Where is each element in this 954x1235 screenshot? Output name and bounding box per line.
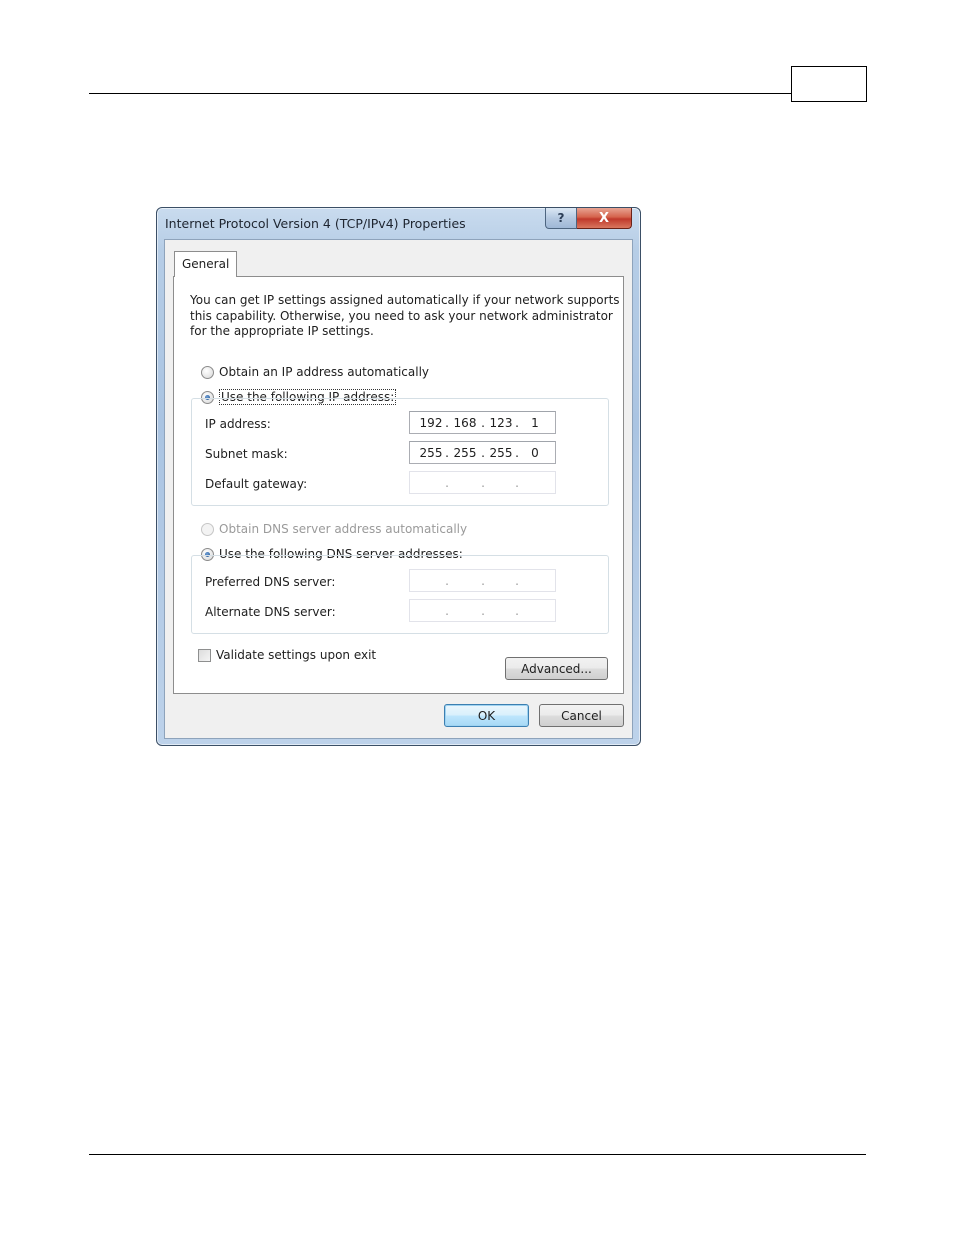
dialog-title: Internet Protocol Version 4 (TCP/IPv4) P…: [165, 216, 466, 231]
ip-auto-option[interactable]: Obtain an IP address automatically: [201, 365, 429, 379]
title-bar[interactable]: Internet Protocol Version 4 (TCP/IPv4) P…: [157, 208, 640, 238]
intro-line: this capability. Otherwise, you need to …: [190, 308, 613, 323]
octet-separator: .: [481, 446, 485, 460]
octet-separator: .: [445, 604, 449, 618]
subnet-mask-octet-4: 0: [531, 446, 539, 460]
octet-separator: .: [515, 604, 519, 618]
page-header-rule: [89, 93, 792, 94]
validate-option[interactable]: Validate settings upon exit: [198, 648, 376, 662]
subnet-mask-label: Subnet mask:: [205, 447, 288, 461]
close-button[interactable]: X: [577, 208, 632, 229]
octet-separator: .: [515, 416, 519, 430]
validate-checkbox[interactable]: [198, 648, 211, 662]
ok-button[interactable]: OK: [444, 704, 529, 727]
octet-separator: .: [515, 574, 519, 588]
ip-auto-label: Obtain an IP address automatically: [219, 365, 430, 379]
ip-auto-radio[interactable]: [201, 365, 214, 379]
ip-address-label: IP address:: [205, 417, 271, 431]
preferred-dns-field[interactable]: . . .: [409, 569, 556, 592]
dialog-client-area: General You can get IP settings assigned…: [164, 239, 633, 739]
subnet-mask-octet-1: 255: [419, 446, 443, 460]
dns-server-group: [191, 555, 609, 634]
ip-address-octet-1: 192: [419, 416, 443, 430]
page-footer-rule: [89, 1154, 866, 1155]
octet-separator: .: [515, 476, 519, 490]
page-number-box: [791, 66, 867, 102]
tab-general[interactable]: General: [174, 251, 237, 277]
octet-separator: .: [445, 574, 449, 588]
general-tab-panel: You can get IP settings assigned automat…: [173, 276, 624, 694]
default-gateway-field[interactable]: . . .: [409, 471, 556, 494]
octet-separator: .: [445, 416, 449, 430]
octet-separator: .: [481, 416, 485, 430]
caption-buttons: ? X: [545, 208, 632, 229]
subnet-mask-octet-2: 255: [453, 446, 477, 460]
intro-line: for the appropriate IP settings.: [190, 324, 374, 338]
tcpip-properties-dialog: Internet Protocol Version 4 (TCP/IPv4) P…: [156, 207, 641, 746]
dns-auto-option[interactable]: Obtain DNS server address automatically: [201, 522, 467, 536]
octet-separator: .: [445, 476, 449, 490]
help-button[interactable]: ?: [545, 208, 577, 229]
default-gateway-label: Default gateway:: [205, 477, 308, 491]
alternate-dns-label: Alternate DNS server:: [205, 605, 336, 619]
preferred-dns-label: Preferred DNS server:: [205, 575, 336, 589]
octet-separator: .: [515, 446, 519, 460]
subnet-mask-octet-3: 255: [489, 446, 513, 460]
octet-separator: .: [481, 574, 485, 588]
cancel-button[interactable]: Cancel: [539, 704, 624, 727]
validate-label: Validate settings upon exit: [216, 648, 377, 662]
ip-address-octet-4: 1: [531, 416, 539, 430]
alternate-dns-field[interactable]: . . .: [409, 599, 556, 622]
octet-separator: .: [481, 604, 485, 618]
advanced-button[interactable]: Advanced...: [505, 657, 608, 680]
subnet-mask-field[interactable]: 255 . 255 . 255 . 0: [409, 441, 556, 464]
ip-address-field[interactable]: 192 . 168 . 123 . 1: [409, 411, 556, 434]
ip-address-octet-2: 168: [453, 416, 477, 430]
help-icon: ?: [557, 211, 565, 225]
dns-auto-radio[interactable]: [201, 522, 214, 536]
octet-separator: .: [481, 476, 485, 490]
intro-text: You can get IP settings assigned automat…: [190, 293, 620, 340]
dns-auto-label: Obtain DNS server address automatically: [219, 522, 468, 536]
ip-address-octet-3: 123: [489, 416, 513, 430]
octet-separator: .: [445, 446, 449, 460]
close-icon: X: [598, 210, 610, 226]
intro-line: You can get IP settings assigned automat…: [190, 293, 620, 307]
